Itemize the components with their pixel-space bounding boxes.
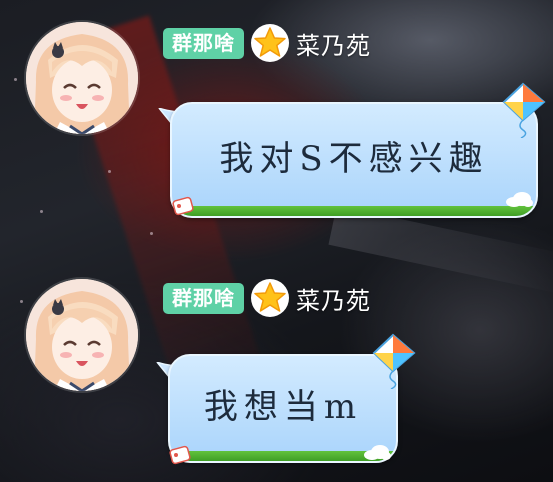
star-icon	[251, 24, 289, 62]
cloud-icon	[364, 445, 391, 460]
sender-row: 群那啥 菜乃苑	[163, 24, 371, 62]
chat-message: 群那啥 菜乃苑 我对S不感兴趣	[0, 0, 553, 241]
tag-icon	[172, 196, 194, 216]
message-bubble[interactable]: 我对S不感兴趣	[170, 102, 538, 218]
group-title-badge[interactable]: 群那啥	[163, 27, 244, 59]
message-text: 我对S不感兴趣	[219, 138, 489, 179]
kite-icon	[372, 333, 416, 389]
cloud-icon	[506, 192, 533, 207]
sender-name[interactable]: 菜乃苑	[296, 26, 371, 61]
anime-girl-avatar-icon	[26, 22, 138, 134]
bubble-grass-strip	[172, 206, 536, 216]
kite-icon	[502, 82, 546, 138]
anime-girl-avatar-icon	[26, 279, 138, 391]
message-text: 我想当m	[203, 387, 363, 427]
chat-message: 群那啥 菜乃苑 我想当m	[0, 241, 553, 482]
sender-row: 群那啥 菜乃苑	[163, 279, 371, 317]
star-icon	[251, 279, 289, 317]
avatar[interactable]	[26, 279, 138, 391]
group-title-badge[interactable]: 群那啥	[163, 282, 244, 314]
avatar[interactable]	[26, 22, 138, 134]
sender-name[interactable]: 菜乃苑	[296, 281, 371, 316]
tag-icon	[169, 445, 191, 465]
